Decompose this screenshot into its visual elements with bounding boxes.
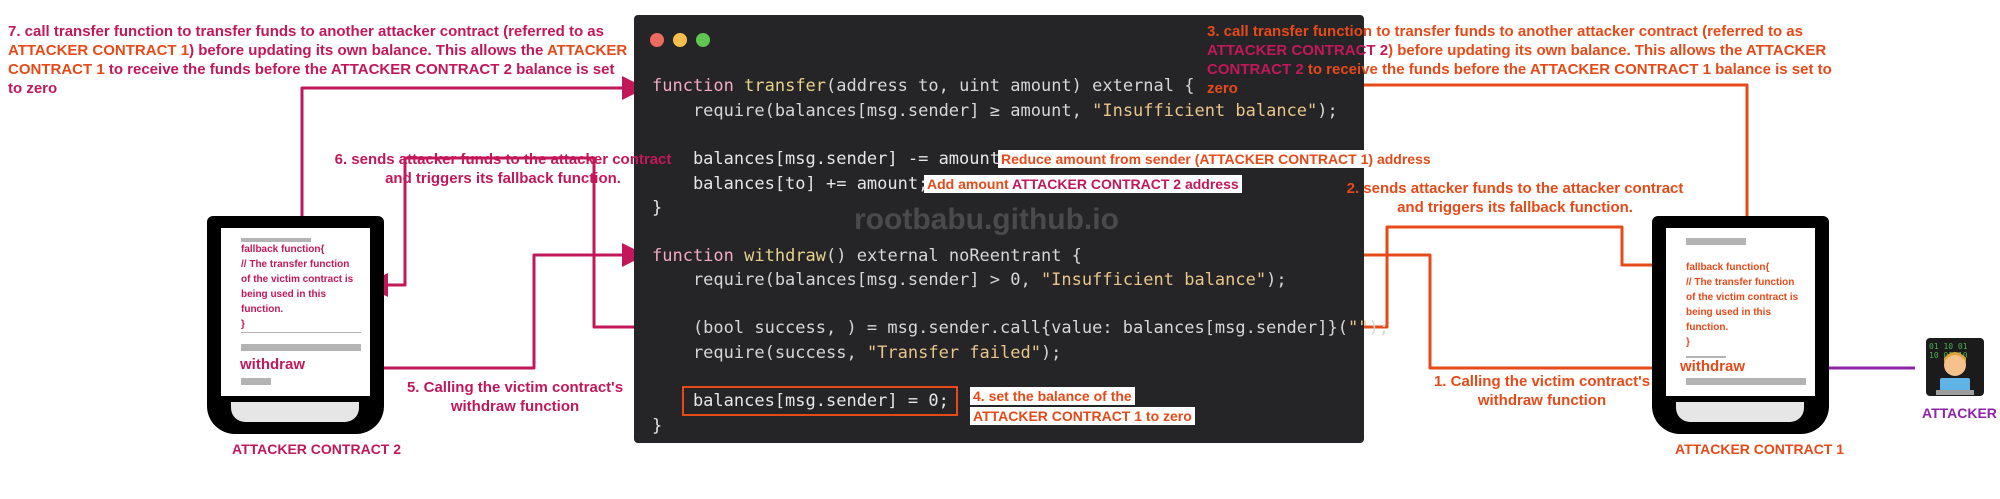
code-line-require-amount: require(balances[msg.sender] ≥ amount, "… (652, 101, 1338, 121)
code-line-call: (bool success, ) = msg.sender.call{value… (652, 318, 1389, 338)
reduce-amount-label: Reduce amount from sender (ATTACKER CONT… (998, 150, 1434, 168)
code-line-transfer-signature: function transfer(address to, uint amoun… (652, 76, 1195, 96)
hacker-avatar-icon: 01 10 01 10 01 10 (1926, 338, 1984, 396)
code-line-add: balances[to] += amount; (652, 174, 929, 194)
contract-1-fallback-code: fallback function{ // The transfer funct… (1686, 260, 1811, 350)
attacker-contract-2-caption: ATTACKER CONTRACT 2 (232, 441, 402, 457)
code-line-close-brace: } (652, 198, 663, 218)
arrow-step2 (1364, 225, 1676, 329)
contract-1-withdraw-button[interactable]: withdraw (1680, 358, 1746, 375)
contract-2-screen: fallback function{ // The transfer funct… (221, 228, 370, 396)
step3-note: 3. call transfer function to transfer fu… (1207, 23, 1832, 97)
close-dot-icon (650, 33, 664, 47)
step2-note: 2. sends attacker funds to the attacker … (1346, 180, 1684, 216)
step5-note: 5. Calling the victim contract's withdra… (406, 379, 624, 415)
contract-2-withdraw-button[interactable]: withdraw (240, 356, 305, 373)
step4-label-line2: ATTACKER CONTRACT 1 to zero (970, 407, 1195, 425)
step1-note: 1. Calling the victim contract's withdra… (1433, 373, 1651, 409)
step6-note: 6. sends attacker funds to the attacker … (334, 151, 672, 187)
step4-label-line1: 4. set the balance of the (970, 387, 1135, 405)
attacker-contract-1-caption: ATTACKER CONTRACT 1 (1675, 441, 1845, 457)
contract-1-screen: fallback function{ // The transfer funct… (1666, 228, 1815, 396)
code-line-final-brace: } (652, 416, 663, 436)
svg-text:01 10 01: 01 10 01 (1929, 342, 1968, 351)
attacker-label: ATTACKER (1922, 405, 1997, 421)
add-amount-label: Add amount ATTACKER CONTRACT 2 address (924, 175, 1242, 193)
code-line-require-balance: require(balances[msg.sender] > 0, "Insuf… (652, 270, 1287, 290)
attacker-contract-1-device: fallback function{ // The transfer funct… (1652, 216, 1829, 434)
minimize-dot-icon (673, 33, 687, 47)
code-line-subtract: balances[msg.sender] -= amount; (652, 149, 1011, 169)
code-line-withdraw-signature: function withdraw() external noReentrant… (652, 246, 1082, 266)
code-line-require-success: require(success, "Transfer failed"); (652, 343, 1062, 363)
maximize-dot-icon (696, 33, 710, 47)
code-line-balance-zero: balances[msg.sender] = 0; (652, 391, 949, 411)
attacker-contract-2-device: fallback function{ // The transfer funct… (207, 216, 384, 434)
step7-note: 7. call transfer function to transfer fu… (8, 23, 628, 97)
watermark: rootbabu.github.io (854, 203, 1119, 236)
contract-2-fallback-code: fallback function{ // The transfer funct… (241, 242, 366, 332)
